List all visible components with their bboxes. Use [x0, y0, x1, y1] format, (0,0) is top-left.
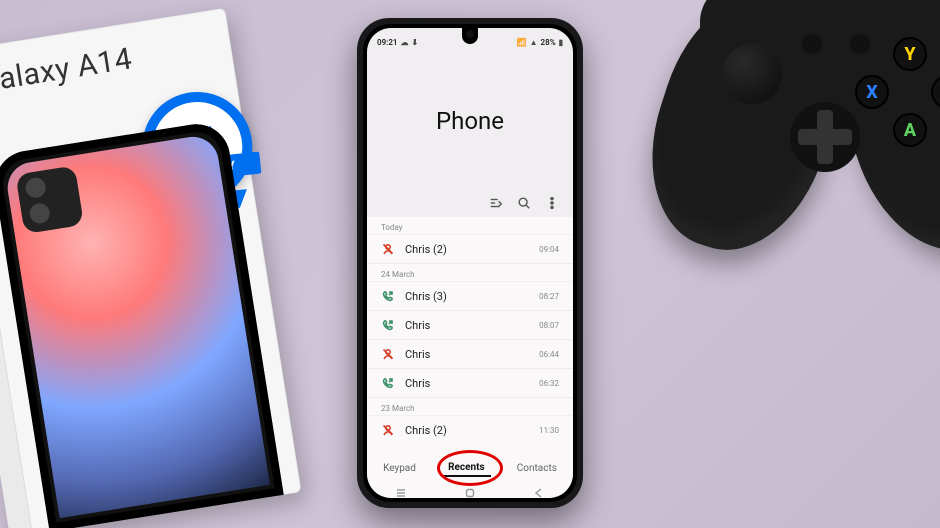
nav-home-icon[interactable]: [464, 484, 476, 496]
app-header: Phone: [367, 52, 573, 190]
call-name: Chris (2): [405, 243, 539, 256]
app-title: Phone: [436, 107, 504, 135]
tab-recents[interactable]: Recents: [442, 460, 491, 477]
bottom-tabs: Keypad Recents Contacts: [367, 456, 573, 480]
cloud-icon: ☁: [400, 38, 408, 47]
outgoing-call-icon: [381, 376, 395, 390]
call-log-row[interactable]: Chris06:44: [367, 340, 573, 369]
call-name: Chris: [405, 377, 539, 390]
download-icon: ⬇: [411, 38, 418, 47]
call-name: Chris (3): [405, 290, 539, 303]
missed-call-icon: [381, 347, 395, 361]
outgoing-call-icon: [381, 318, 395, 332]
android-navbar: [367, 482, 573, 498]
section-header: Today: [367, 217, 573, 235]
render-camera-bump: [15, 165, 84, 234]
status-time: 09:21: [377, 38, 397, 47]
section-header: 23 March: [367, 398, 573, 416]
toolbar: [367, 190, 573, 217]
call-time: 06:44: [539, 350, 559, 359]
notch-camera: [462, 28, 478, 44]
tab-contacts[interactable]: Contacts: [511, 461, 563, 476]
missed-call-icon: [381, 242, 395, 256]
more-icon[interactable]: [545, 196, 559, 210]
signal-icon: ▲: [530, 38, 538, 47]
call-log-row[interactable]: Chris (3)08:27: [367, 282, 573, 311]
wifi-icon: 📶: [517, 38, 527, 47]
b-button: B: [931, 75, 940, 109]
product-box: Galaxy A14 24 MONTH WARRANTY FOR AFRICA: [0, 8, 302, 528]
call-log-row[interactable]: Chris06:32: [367, 369, 573, 398]
search-icon[interactable]: [517, 196, 531, 210]
nav-back-icon[interactable]: [533, 484, 545, 496]
view-button: [802, 34, 822, 54]
nav-recent-icon[interactable]: [395, 484, 407, 496]
phone-screen: 09:21 ☁ ⬇ 📶 ▲ 28% ▮ Phone: [367, 28, 573, 498]
battery-icon: ▮: [559, 38, 563, 47]
battery-text: 28%: [541, 38, 556, 47]
tab-keypad[interactable]: Keypad: [377, 461, 422, 476]
call-time: 06:32: [539, 379, 559, 388]
left-thumbstick: [722, 44, 782, 104]
filter-icon[interactable]: [489, 196, 503, 210]
y-button: Y: [893, 37, 927, 71]
box-product-name: Galaxy A14: [0, 28, 217, 100]
call-log-row[interactable]: Chris (2)09:04: [367, 235, 573, 264]
box-face: Galaxy A14 24 MONTH WARRANTY FOR AFRICA: [0, 8, 302, 528]
phone-device: 09:21 ☁ ⬇ 📶 ▲ 28% ▮ Phone: [357, 18, 583, 508]
call-time: 11:30: [539, 426, 559, 435]
game-controller: Y X B A: [660, 0, 940, 262]
x-button: X: [855, 75, 889, 109]
call-name: Chris: [405, 319, 539, 332]
call-time: 08:07: [539, 321, 559, 330]
call-log-row[interactable]: Chris08:07: [367, 311, 573, 340]
call-log-row[interactable]: Chris (2)11:30: [367, 416, 573, 442]
photo-scene: Galaxy A14 24 MONTH WARRANTY FOR AFRICA: [0, 0, 940, 528]
bottom-area: Keypad Recents Contacts: [367, 442, 573, 498]
dpad: [790, 102, 860, 172]
call-time: 08:27: [539, 292, 559, 301]
section-header: 24 March: [367, 264, 573, 282]
call-name: Chris (2): [405, 424, 539, 437]
call-name: Chris: [405, 348, 539, 361]
face-buttons: Y X B A: [855, 37, 940, 147]
call-log-list[interactable]: TodayChris (2)09:0424 MarchChris (3)08:2…: [367, 217, 573, 442]
outgoing-call-icon: [381, 289, 395, 303]
missed-call-icon: [381, 423, 395, 437]
a-button: A: [893, 113, 927, 147]
call-time: 09:04: [539, 245, 559, 254]
